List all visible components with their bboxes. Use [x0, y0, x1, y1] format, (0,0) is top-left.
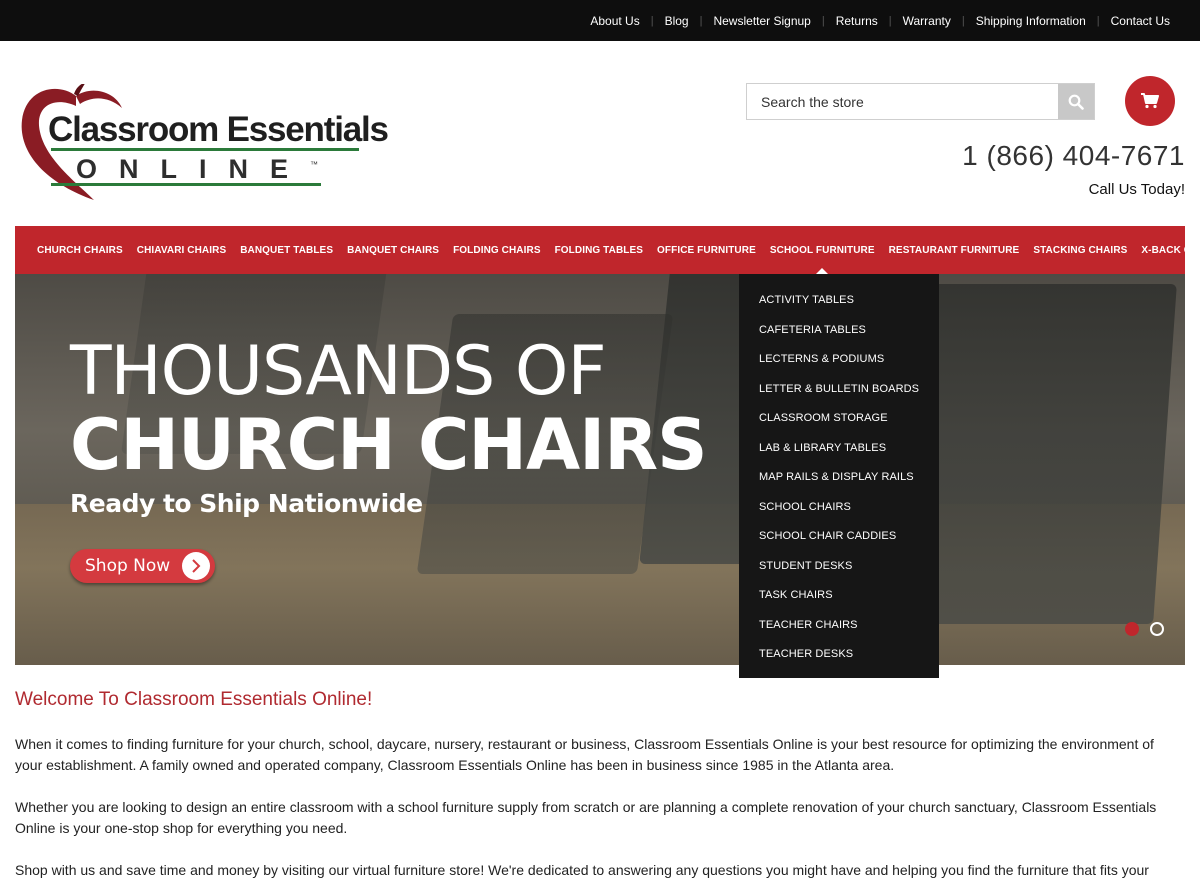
chevron-right-icon: [182, 552, 210, 580]
dropdown-item-task-chairs[interactable]: Task Chairs: [739, 584, 939, 614]
separator: |: [961, 14, 965, 27]
slide-indicator-2[interactable]: [1150, 622, 1164, 636]
top-bar: About Us | Blog | Newsletter Signup | Re…: [0, 0, 1200, 41]
separator: |: [821, 14, 825, 27]
shop-now-button[interactable]: Shop Now: [70, 549, 215, 583]
top-link-warranty[interactable]: Warranty: [903, 14, 951, 28]
dropdown-item-lecterns-podiums[interactable]: Lecterns & Podiums: [739, 348, 939, 378]
welcome-heading: Welcome To Classroom Essentials Online!: [15, 689, 373, 710]
nav-item-restaurant-furniture[interactable]: Restaurant Furniture: [889, 245, 1020, 256]
logo-title: Classroom Essentials: [48, 110, 389, 149]
dropdown-item-teacher-chairs[interactable]: Teacher Chairs: [739, 614, 939, 644]
top-link-contact-us[interactable]: Contact Us: [1111, 14, 1170, 28]
logo-underline-bottom: [51, 183, 321, 186]
hero-subtitle: Ready to Ship Nationwide: [70, 489, 423, 518]
hero-title-line1: THOUSANDS OF: [70, 332, 607, 411]
separator: |: [1096, 14, 1100, 27]
dropdown-item-school-chair-caddies[interactable]: School Chair Caddies: [739, 525, 939, 555]
intro-paragraph: Shop with us and save time and money by …: [15, 862, 1149, 878]
intro-paragraph: Whether you are looking to design an ent…: [15, 799, 1157, 836]
call-us-text: Call Us Today!: [1088, 181, 1185, 198]
nav-item-banquet-tables[interactable]: Banquet Tables: [240, 245, 333, 256]
separator: |: [650, 14, 654, 27]
slide-indicator-1[interactable]: [1125, 622, 1139, 636]
hero-title-line2: CHURCH CHAIRS: [70, 404, 708, 486]
top-link-blog[interactable]: Blog: [665, 14, 689, 28]
top-link-about-us[interactable]: About Us: [590, 14, 639, 28]
search-icon: [1068, 94, 1084, 110]
top-links: About Us | Blog | Newsletter Signup | Re…: [590, 0, 1170, 41]
nav-item-office-furniture[interactable]: Office Furniture: [657, 245, 756, 256]
logo-subtitle: ONLINE: [76, 154, 311, 184]
cart-button[interactable]: [1125, 76, 1175, 126]
dropdown-item-activity-tables[interactable]: Activity Tables: [739, 289, 939, 319]
search-box: [746, 83, 1095, 120]
separator: |: [699, 14, 703, 27]
dropdown-item-student-desks[interactable]: Student Desks: [739, 555, 939, 585]
nav-item-church-chairs[interactable]: Church Chairs: [37, 245, 123, 256]
intro-paragraph: When it comes to finding furniture for y…: [15, 736, 1154, 773]
dropdown-item-lab-library-tables[interactable]: Lab & Library Tables: [739, 437, 939, 467]
nav-item-chiavari-chairs[interactable]: Chiavari Chairs: [137, 245, 226, 256]
dropdown-item-teacher-desks[interactable]: Teacher Desks: [739, 643, 939, 673]
nav-item-school-furniture[interactable]: School Furniture: [770, 245, 875, 275]
search-button[interactable]: [1058, 84, 1094, 119]
logo-trademark: ™: [310, 160, 318, 169]
separator: |: [888, 14, 892, 27]
dropdown-item-map-rails[interactable]: Map Rails & Display Rails: [739, 466, 939, 496]
main-nav: Church Chairs Chiavari Chairs Banquet Ta…: [15, 226, 1200, 275]
top-link-newsletter-signup[interactable]: Newsletter Signup: [713, 14, 810, 28]
top-link-returns[interactable]: Returns: [836, 14, 878, 28]
nav-item-x-back-chairs[interactable]: X-Back Chairs: [1141, 245, 1200, 256]
nav-item-folding-chairs[interactable]: Folding Chairs: [453, 245, 541, 256]
hero-banner[interactable]: THOUSANDS OF CHURCH CHAIRS Ready to Ship…: [15, 274, 1185, 665]
top-link-shipping-information[interactable]: Shipping Information: [976, 14, 1086, 28]
shop-now-label: Shop Now: [85, 556, 171, 576]
dropdown-item-school-chairs[interactable]: School Chairs: [739, 496, 939, 526]
dropdown-item-classroom-storage[interactable]: Classroom Storage: [739, 407, 939, 437]
site-logo[interactable]: Classroom Essentials ONLINE ™: [18, 84, 389, 204]
nav-item-stacking-chairs[interactable]: Stacking Chairs: [1033, 245, 1127, 256]
search-input[interactable]: [747, 84, 1059, 119]
phone-number[interactable]: 1 (866) 404-7671: [962, 140, 1185, 172]
dropdown-item-letter-bulletin-boards[interactable]: Letter & Bulletin Boards: [739, 378, 939, 408]
nav-item-folding-tables[interactable]: Folding Tables: [555, 245, 643, 256]
nav-item-banquet-chairs[interactable]: Banquet Chairs: [347, 245, 439, 256]
shopping-cart-icon: [1141, 93, 1159, 109]
dropdown-item-cafeteria-tables[interactable]: Cafeteria Tables: [739, 319, 939, 349]
school-furniture-dropdown: Activity Tables Cafeteria Tables Lectern…: [739, 274, 939, 678]
